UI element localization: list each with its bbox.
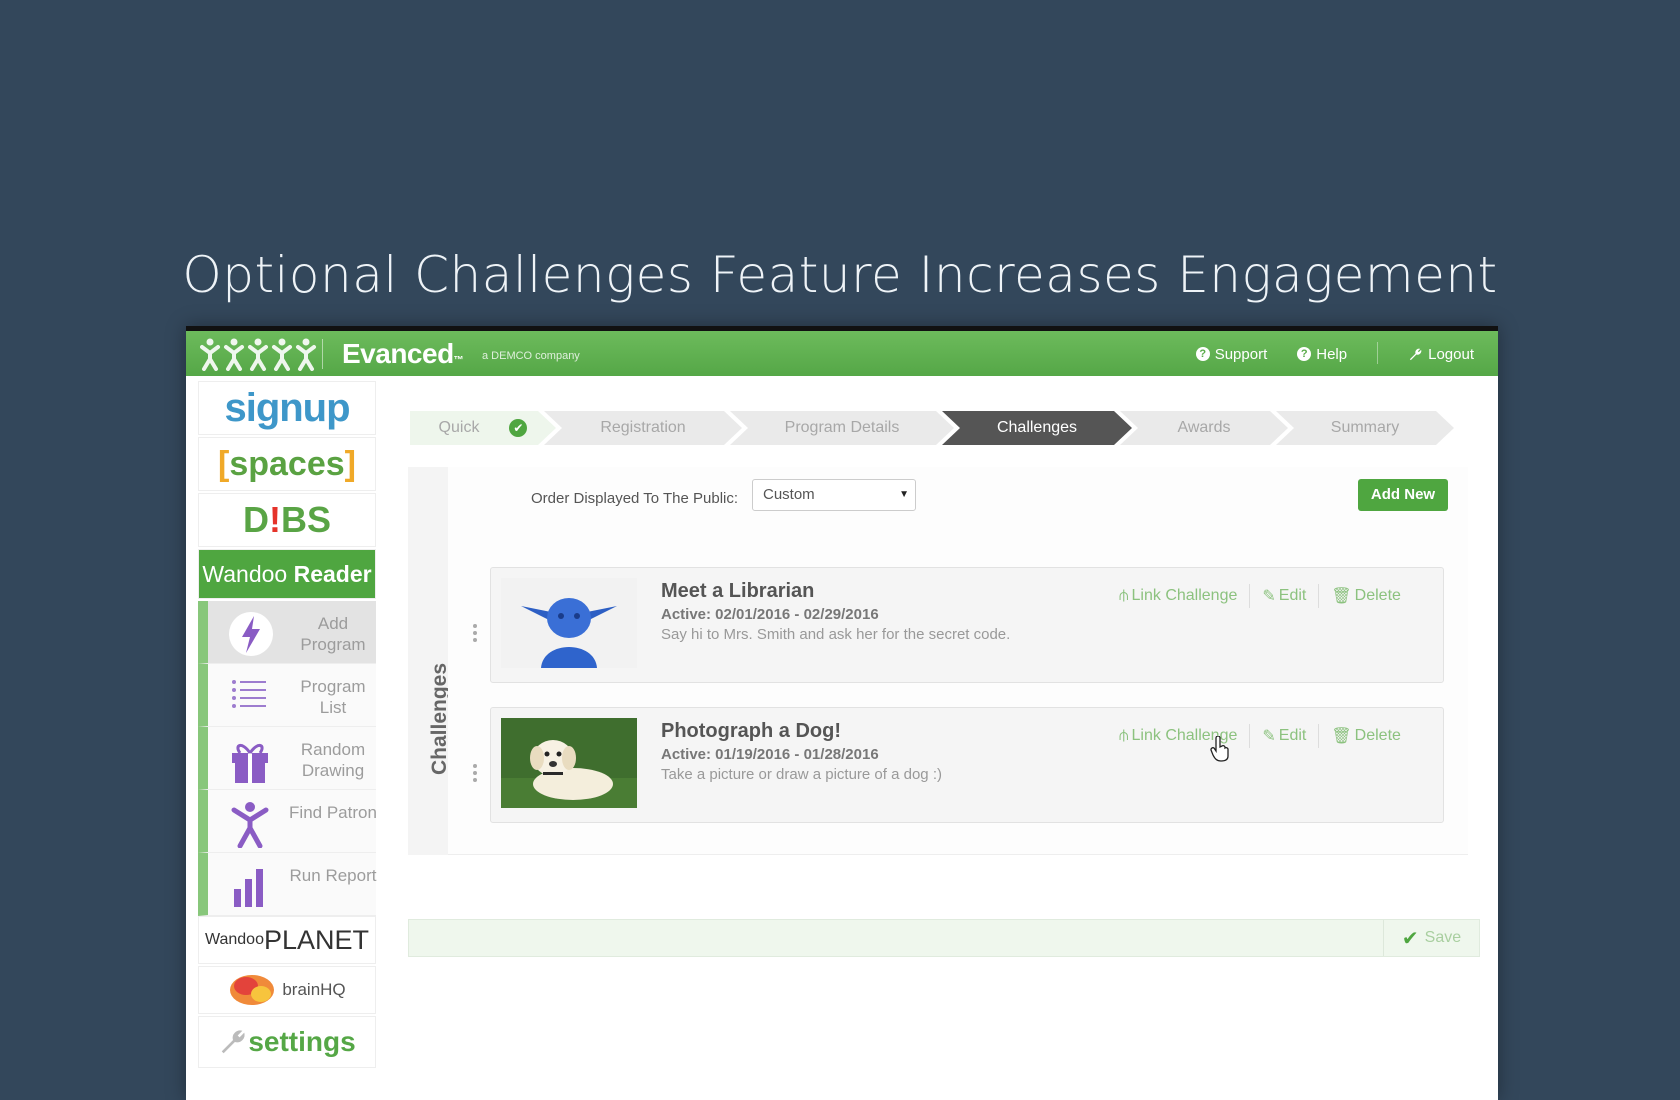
people-logo-icon xyxy=(200,338,316,371)
product-sidebar: signup [spaces] D! BS Wandoo Reader Add P… xyxy=(198,381,377,1070)
menu-run-report[interactable]: Run Report xyxy=(198,853,376,916)
question-icon: ? xyxy=(1195,347,1210,361)
wrench-icon xyxy=(222,1030,245,1054)
step-registration[interactable]: Registration xyxy=(544,411,742,445)
trash-icon: 🗑 xyxy=(1331,728,1352,745)
logout-link[interactable]: Logout xyxy=(1408,344,1474,364)
link-challenge-button[interactable]: ⫛ Link Challenge xyxy=(1107,587,1249,605)
brainhq-product-link[interactable]: brainHQ xyxy=(198,966,376,1014)
divider xyxy=(1377,342,1379,364)
menu-label: Find Patron xyxy=(289,803,377,822)
brain-logo-icon xyxy=(230,975,275,1005)
bar-chart-icon xyxy=(234,869,263,907)
wizard-steps: Quick ✔ Registration Program Details Chal… xyxy=(410,411,1442,445)
challenge-thumbnail xyxy=(501,578,637,668)
spaces-product-link[interactable]: [spaces] xyxy=(198,437,376,491)
challenge-title: Meet a Librarian xyxy=(661,580,815,602)
wandoo-reader-product-link[interactable]: Wandoo Reader xyxy=(198,549,376,599)
edit-button[interactable]: ✎ Edit xyxy=(1250,586,1318,606)
menu-find-patron[interactable]: Find Patron xyxy=(198,790,377,853)
brand-divider xyxy=(322,339,323,369)
menu-add-program[interactable]: Add Program xyxy=(198,601,376,664)
challenge-title: Photograph a Dog! xyxy=(661,720,841,742)
delete-button[interactable]: 🗑 Delete xyxy=(1319,726,1413,746)
pencil-icon: ✎ xyxy=(1262,728,1276,745)
delete-button[interactable]: 🗑 Delete xyxy=(1319,586,1413,606)
drag-handle-icon[interactable] xyxy=(473,764,477,785)
settings-product-link[interactable]: settings xyxy=(198,1016,376,1068)
brand-name: Evanced™ xyxy=(342,338,464,369)
checkmark-icon: ✔ xyxy=(1401,927,1419,950)
page-headline: Optional Challenges Feature Increases En… xyxy=(182,246,1498,304)
challenge-dates: Active: 01/19/2016 - 01/28/2016 xyxy=(661,746,879,763)
save-button[interactable]: ✔ Save xyxy=(1383,920,1479,956)
step-quick[interactable]: Quick ✔ xyxy=(410,411,556,445)
menu-label: Run Report xyxy=(289,866,377,885)
wrench-icon xyxy=(1409,348,1422,360)
gift-icon xyxy=(232,744,268,783)
challenges-vertical-tab: Challenges xyxy=(408,467,451,855)
save-bar: ✔ Save xyxy=(408,919,1480,957)
menu-label: Add Program xyxy=(300,614,366,654)
wandoo-planet-product-link[interactable]: Wandoo PLANET xyxy=(198,916,376,964)
pencil-icon: ✎ xyxy=(1262,588,1276,605)
support-link[interactable]: ? Support xyxy=(1195,344,1267,364)
challenge-thumbnail xyxy=(501,718,637,808)
check-icon: ✔ xyxy=(509,419,527,437)
top-links: ? Support ? Help Logout xyxy=(1195,342,1474,364)
dibs-product-link[interactable]: D! BS xyxy=(198,493,376,547)
lightning-icon xyxy=(229,612,273,656)
list-icon xyxy=(232,680,266,708)
challenge-card: Photograph a Dog! Active: 01/19/2016 - 0… xyxy=(473,707,1444,823)
drag-handle-icon[interactable] xyxy=(473,624,477,645)
app-window: Evanced™ a DEMCO company ? Support ? Help … xyxy=(186,326,1498,1100)
caret-down-icon: ▼ xyxy=(899,489,909,500)
step-program-details[interactable]: Program Details xyxy=(730,411,954,445)
menu-label: Program List xyxy=(300,677,366,717)
menu-random-drawing[interactable]: Random Drawing xyxy=(198,727,376,790)
signup-product-link[interactable]: signup xyxy=(198,381,376,435)
step-awards[interactable]: Awards xyxy=(1120,411,1288,445)
puppy-image xyxy=(501,718,637,808)
top-bar: Evanced™ a DEMCO company ? Support ? Help … xyxy=(186,331,1498,376)
trash-icon: 🗑 xyxy=(1331,588,1352,605)
order-select[interactable]: Custom ▼ xyxy=(752,479,916,511)
hierarchy-icon: ⫛ xyxy=(1119,587,1129,604)
add-new-button[interactable]: Add New xyxy=(1358,479,1448,511)
edit-button[interactable]: ✎ Edit xyxy=(1250,726,1318,746)
challenge-actions: ⫛ Link Challenge ✎ Edit 🗑 Delete xyxy=(1107,584,1413,608)
hierarchy-icon: ⫛ xyxy=(1119,727,1129,744)
challenge-description: Take a picture or draw a picture of a do… xyxy=(661,766,942,783)
step-summary[interactable]: Summary xyxy=(1276,411,1454,445)
help-link[interactable]: ? Help xyxy=(1297,344,1347,364)
yoda-figure-image xyxy=(501,578,637,668)
challenge-actions: ⫛ Link Challenge ✎ Edit 🗑 Delete xyxy=(1107,724,1413,748)
brand-subtitle: a DEMCO company xyxy=(482,350,580,362)
person-icon xyxy=(231,802,269,848)
menu-label: Random Drawing xyxy=(300,740,366,780)
menu-program-list[interactable]: Program List xyxy=(198,664,376,727)
challenge-dates: Active: 02/01/2016 - 02/29/2016 xyxy=(661,606,879,623)
hand-cursor-icon xyxy=(1210,736,1229,762)
order-label: Order Displayed To The Public: xyxy=(531,490,739,507)
question-icon: ? xyxy=(1297,347,1312,361)
step-challenges[interactable]: Challenges xyxy=(942,411,1132,445)
challenge-description: Say hi to Mrs. Smith and ask her for the… xyxy=(661,626,1011,643)
challenge-card: Meet a Librarian Active: 02/01/2016 - 02… xyxy=(473,567,1444,683)
